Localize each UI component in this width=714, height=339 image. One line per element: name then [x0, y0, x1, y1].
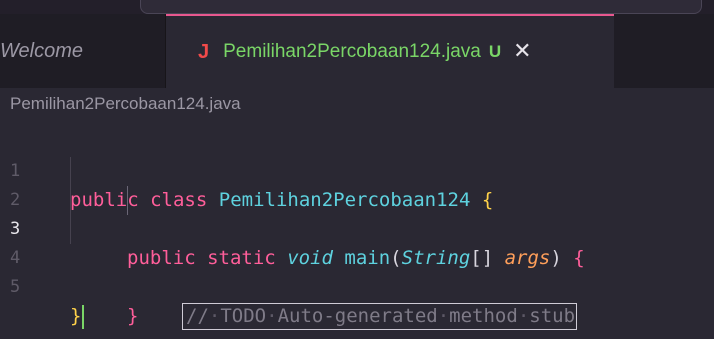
whitespace-marker: ·	[208, 305, 221, 327]
editor-window: Welcome J Pemilihan2Percobaan124.java U …	[0, 0, 714, 339]
whitespace-marker: ·	[266, 305, 278, 327]
code-line-current: 3 //·TODO·Auto-generated·method·stub	[0, 186, 714, 330]
line-number: 5	[10, 277, 21, 297]
title-bar	[0, 0, 714, 14]
code-editor[interactable]: 1 public class Pemilihan2Percobaan124 { …	[0, 128, 714, 330]
indent-guide	[70, 157, 71, 186]
tab-file-label: Pemilihan2Percobaan124.java	[223, 41, 481, 62]
java-file-icon: J	[198, 40, 210, 63]
close-brace: }	[70, 305, 82, 327]
comment-token: //	[186, 305, 209, 327]
selected-comment[interactable]: //·TODO·Auto-generated·method·stub	[182, 303, 578, 330]
comment-token: method	[449, 305, 518, 327]
tab-welcome-label: Welcome	[0, 39, 83, 62]
close-icon[interactable]: ✕	[513, 41, 531, 63]
tab-welcome[interactable]: Welcome	[0, 14, 166, 88]
whitespace-marker: ·	[437, 305, 450, 327]
code-text: }	[127, 302, 138, 331]
indent-guide	[70, 215, 71, 244]
tab-pemilihan2percobaan124[interactable]: J Pemilihan2Percobaan124.java U ✕	[166, 14, 614, 88]
code-text: //·TODO·Auto-generated·method·stub	[182, 302, 578, 331]
text-cursor	[82, 304, 85, 329]
tab-bar: Welcome J Pemilihan2Percobaan124.java U …	[0, 14, 714, 88]
code-line: 2 public static void main(String[] args)…	[0, 157, 714, 269]
command-center[interactable]	[140, 0, 702, 14]
breadcrumb[interactable]: Pemilihan2Percobaan124.java	[10, 94, 241, 114]
comment-token: stub	[529, 305, 576, 327]
code-line: 4 }	[0, 215, 714, 327]
comment-token: TODO	[220, 305, 267, 327]
close-brace: }	[127, 305, 139, 327]
code-line: 5 }	[0, 244, 714, 329]
whitespace-marker: ·	[517, 305, 530, 327]
comment-token: Auto-generated	[277, 305, 438, 327]
indent-guide-active	[127, 186, 128, 215]
indent-guide	[70, 186, 71, 215]
untracked-status-badge: U	[488, 42, 502, 61]
code-line: 1 public class Pemilihan2Percobaan124 {	[0, 128, 714, 211]
code-text: }	[70, 302, 85, 331]
